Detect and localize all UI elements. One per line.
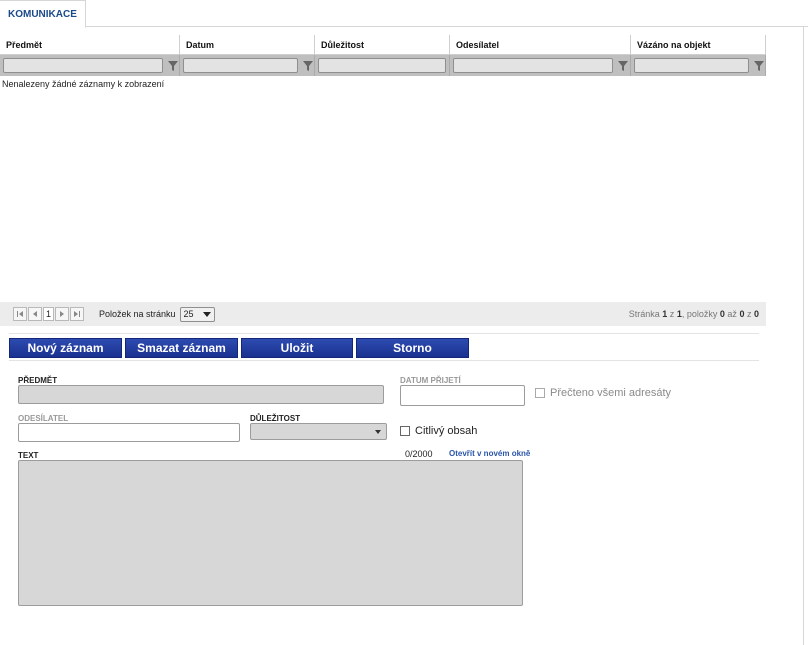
- page-size-select[interactable]: 25: [179, 306, 215, 322]
- chevron-down-icon: [375, 430, 381, 434]
- read-all-label: Přečteno všemi adresáty: [550, 387, 672, 399]
- filter-input-subject[interactable]: [3, 58, 163, 73]
- first-page-icon: [17, 311, 23, 317]
- received-date-label: DATUM PŘIJETÍ: [400, 376, 461, 385]
- importance-select[interactable]: [250, 423, 387, 440]
- pager: 1 Položek na stránku 25 Stránka 1 z 1, p…: [0, 302, 766, 326]
- text-label: TEXT: [18, 451, 39, 460]
- filter-icon[interactable]: [752, 58, 765, 73]
- received-date-field[interactable]: [400, 385, 525, 406]
- filter-icon[interactable]: [166, 58, 179, 73]
- page-size-label: Položek na stránku: [99, 309, 176, 319]
- filter-input-importance[interactable]: [318, 58, 446, 73]
- grid-empty-message: Nenalezeny žádné záznamy k zobrazení: [2, 79, 165, 89]
- filter-input-linked-object[interactable]: [634, 58, 749, 73]
- divider: [9, 333, 759, 334]
- save-button[interactable]: Uložit: [241, 338, 353, 358]
- prev-page-button[interactable]: [28, 307, 42, 321]
- cancel-button[interactable]: Storno: [356, 338, 469, 358]
- checkbox-box: [400, 426, 410, 436]
- column-header-subject[interactable]: Předmět: [0, 35, 180, 54]
- sensitive-checkbox[interactable]: Citlivý obsah: [400, 425, 477, 437]
- sender-label: ODESÍLATEL: [18, 414, 69, 423]
- last-page-icon: [74, 311, 80, 317]
- page-size-value: 25: [183, 309, 194, 319]
- filter-input-sender[interactable]: [453, 58, 613, 73]
- column-header-linked-object[interactable]: Vázáno na objekt: [631, 35, 766, 54]
- grid-header: Předmět Datum Důležitost Odesílatel Vázá…: [0, 35, 766, 55]
- checkbox-box: [535, 388, 545, 398]
- filter-icon[interactable]: [616, 58, 629, 73]
- pager-info: Stránka 1 z 1, položky 0 až 0 z 0: [628, 309, 759, 319]
- next-page-button[interactable]: [55, 307, 69, 321]
- new-record-button[interactable]: Nový záznam: [9, 338, 122, 358]
- filter-input-date[interactable]: [183, 58, 298, 73]
- subject-label: PŘEDMĚT: [18, 376, 58, 385]
- current-page[interactable]: 1: [43, 307, 54, 321]
- action-bar: Nový záznam Smazat záznam Uložit Storno: [9, 338, 472, 358]
- tab-bar: KOMUNIKACE: [0, 0, 808, 28]
- column-header-date[interactable]: Datum: [180, 35, 315, 54]
- records-grid: Předmět Datum Důležitost Odesílatel Vázá…: [0, 35, 766, 76]
- last-page-button[interactable]: [70, 307, 84, 321]
- tab-komunikace[interactable]: KOMUNIKACE: [0, 0, 86, 28]
- open-new-window-link[interactable]: Otevřít v novém okně: [449, 449, 530, 458]
- first-page-button[interactable]: [13, 307, 27, 321]
- text-area[interactable]: [18, 460, 523, 606]
- column-header-importance[interactable]: Důležitost: [315, 35, 450, 54]
- chevron-down-icon: [202, 311, 211, 317]
- sensitive-label: Citlivý obsah: [415, 425, 478, 437]
- filter-row: [0, 55, 766, 76]
- delete-record-button[interactable]: Smazat záznam: [125, 338, 238, 358]
- sender-field[interactable]: [18, 423, 240, 442]
- text-counter: 0/2000: [405, 449, 433, 459]
- divider: [9, 360, 759, 361]
- importance-label: DŮLEŽITOST: [250, 414, 301, 423]
- filter-icon[interactable]: [301, 58, 314, 73]
- read-all-checkbox[interactable]: Přečteno všemi adresáty: [535, 387, 671, 399]
- subject-field[interactable]: [18, 385, 384, 404]
- column-header-sender[interactable]: Odesílatel: [450, 35, 631, 54]
- next-page-icon: [60, 311, 64, 317]
- prev-page-icon: [33, 311, 37, 317]
